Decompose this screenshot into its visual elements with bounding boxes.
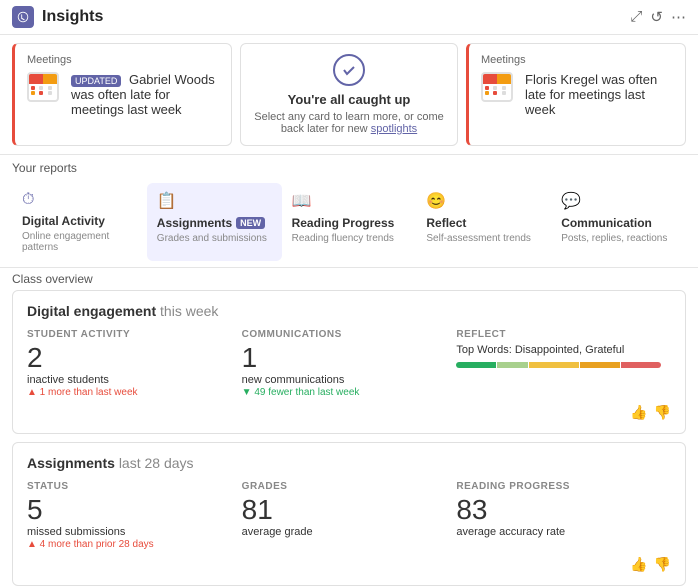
status-value: 5 (27, 496, 232, 524)
class-overview-section: Class overview Digital engagement this w… (0, 268, 698, 586)
student-activity-value: 2 (27, 344, 232, 372)
assignments-card: Assignments last 28 days STATUS 5 missed… (12, 442, 686, 586)
reflect-bar (456, 362, 661, 368)
new-badge: NEW (236, 217, 265, 229)
report-assignments[interactable]: 📋 Assignments NEW Grades and submissions (147, 183, 282, 261)
spotlights-section: Meetings UPDATED Gabriel Woods was often… (0, 35, 698, 155)
reflect-bar-seg-1 (456, 362, 496, 368)
reports-section-label: Your reports (0, 155, 698, 179)
grades-label: GRADES (242, 481, 447, 492)
spotlight-card-3[interactable]: Meetings Floris Kregel was often late fo… (466, 43, 686, 146)
reports-row: ⏱ Digital Activity Online engagement pat… (0, 179, 698, 268)
student-activity-col: STUDENT ACTIVITY 2 inactive students ▲ 1… (27, 329, 242, 398)
reflect-bar-seg-4 (580, 362, 620, 368)
assignments-card-title: Assignments last 28 days (27, 455, 671, 471)
communications-col: COMMUNICATIONS 1 new communications ▼ 49… (242, 329, 457, 398)
spotlight-card-3-text: Floris Kregel was often late for meeting… (525, 72, 673, 117)
report-reflect[interactable]: 😊 Reflect Self-assessment trends (416, 183, 551, 261)
class-overview-label: Class overview (12, 272, 686, 286)
digital-engagement-title: Digital engagement this week (27, 303, 671, 319)
spotlight-card-center[interactable]: You're all caught up Select any card to … (240, 43, 458, 146)
spotlight-card-3-content: Floris Kregel was often late for meeting… (481, 72, 673, 117)
reflect-bar-seg-3 (529, 362, 579, 368)
thumbs-down-icon[interactable]: 👎 (654, 404, 671, 421)
check-circle-icon (333, 54, 365, 86)
spotlight-card-1-section: Meetings (27, 54, 219, 66)
spotlight-card-1[interactable]: Meetings UPDATED Gabriel Woods was often… (12, 43, 232, 146)
communication-name: Communication (561, 216, 676, 230)
digital-activity-icon: ⏱ (22, 191, 137, 209)
reading-progress-desc: average accuracy rate (456, 526, 661, 538)
reading-progress-sub: Reading fluency trends (292, 233, 407, 244)
reflect-icon: 😊 (426, 191, 541, 211)
status-col: STATUS 5 missed submissions ▲ 4 more tha… (27, 481, 242, 550)
header-left: Insights (12, 6, 103, 28)
spotlight-card-1-text: UPDATED Gabriel Woods was often late for… (71, 72, 219, 117)
reflect-stat-label: REFLECT (456, 329, 661, 340)
reflect-words: Top Words: Disappointed, Grateful (456, 344, 661, 356)
assignments-name: Assignments NEW (157, 216, 272, 230)
student-activity-label: STUDENT ACTIVITY (27, 329, 232, 340)
spotlight-card-1-content: UPDATED Gabriel Woods was often late for… (27, 72, 219, 117)
assign-thumbs-down-icon[interactable]: 👎 (654, 556, 671, 573)
report-digital-activity[interactable]: ⏱ Digital Activity Online engagement pat… (12, 183, 147, 261)
status-label: STATUS (27, 481, 232, 492)
comms-desc: new communications (242, 374, 447, 386)
reading-progress-label: READING PROGRESS (456, 481, 661, 492)
reading-progress-value: 83 (456, 496, 661, 524)
app-icon (12, 6, 34, 28)
report-reading-progress[interactable]: 📖 Reading Progress Reading fluency trend… (282, 183, 417, 261)
communication-icon: 💬 (561, 191, 676, 211)
header-actions: ⤢ ↺ ⋯ (630, 8, 686, 26)
reading-progress-name: Reading Progress (292, 216, 407, 230)
assignments-icon: 📋 (157, 191, 272, 211)
reflect-bar-seg-5 (621, 362, 661, 368)
meetings-calendar-icon-3 (481, 72, 517, 108)
caught-up-title: You're all caught up (288, 92, 411, 107)
meetings-calendar-icon-1 (27, 72, 63, 108)
reading-progress-col: READING PROGRESS 83 average accuracy rat… (456, 481, 671, 550)
student-activity-change: ▲ 1 more than last week (27, 387, 232, 398)
comms-label: COMMUNICATIONS (242, 329, 447, 340)
reflect-col: REFLECT Top Words: Disappointed, Gratefu… (456, 329, 671, 398)
refresh-icon[interactable]: ↺ (650, 8, 663, 26)
grades-value: 81 (242, 496, 447, 524)
status-change: ▲ 4 more than prior 28 days (27, 539, 232, 550)
status-desc: missed submissions (27, 526, 232, 538)
digital-activity-sub: Online engagement patterns (22, 231, 137, 253)
comms-value: 1 (242, 344, 447, 372)
assignments-stats-row: STATUS 5 missed submissions ▲ 4 more tha… (27, 481, 671, 550)
reading-progress-icon: 📖 (292, 191, 407, 211)
student-activity-desc: inactive students (27, 374, 232, 386)
assign-thumbs-up-icon[interactable]: 👍 (630, 556, 647, 573)
page-title: Insights (42, 8, 103, 26)
grades-desc: average grade (242, 526, 447, 538)
communication-sub: Posts, replies, reactions (561, 233, 676, 244)
digital-engagement-card: Digital engagement this week STUDENT ACT… (12, 290, 686, 434)
spotlight-card-3-section: Meetings (481, 54, 673, 66)
reflect-sub: Self-assessment trends (426, 233, 541, 244)
spotlights-link[interactable]: spotlights (371, 123, 417, 135)
reflect-bar-seg-2 (497, 362, 527, 368)
updated-badge: UPDATED (71, 75, 121, 87)
caught-up-subtitle: Select any card to learn more, or come b… (253, 111, 445, 135)
assignments-sub: Grades and submissions (157, 233, 272, 244)
reflect-name: Reflect (426, 216, 541, 230)
expand-icon[interactable]: ⤢ (630, 8, 642, 26)
comms-change: ▼ 49 fewer than last week (242, 387, 447, 398)
app-header: Insights ⤢ ↺ ⋯ (0, 0, 698, 35)
digital-activity-name: Digital Activity (22, 214, 137, 228)
assign-card-footer: 👍 👎 (27, 556, 671, 573)
digital-card-footer: 👍 👎 (27, 404, 671, 421)
digital-stats-row: STUDENT ACTIVITY 2 inactive students ▲ 1… (27, 329, 671, 398)
grades-col: GRADES 81 average grade (242, 481, 457, 550)
more-icon[interactable]: ⋯ (671, 8, 686, 26)
thumbs-up-icon[interactable]: 👍 (630, 404, 647, 421)
report-communication[interactable]: 💬 Communication Posts, replies, reaction… (551, 183, 686, 261)
